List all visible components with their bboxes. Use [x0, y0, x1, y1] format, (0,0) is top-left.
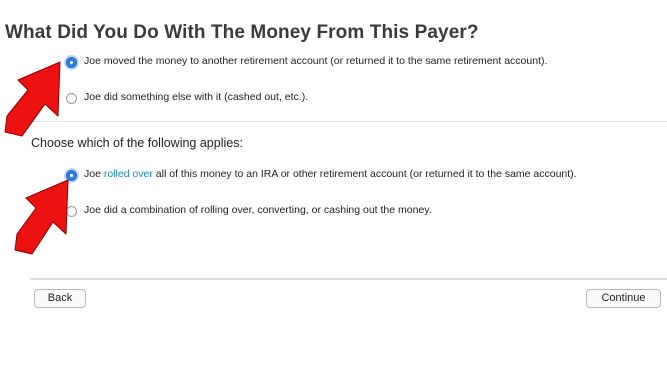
radio-button[interactable] [66, 93, 77, 104]
back-button[interactable]: Back [34, 289, 86, 308]
radio-option-combination[interactable]: Joe did a combination of rolling over, c… [66, 204, 586, 217]
red-annotation-arrow-icon [4, 61, 61, 137]
section-divider [30, 121, 667, 122]
radio-option-label: Joe did something else with it (cashed o… [84, 91, 309, 103]
label-suffix: all of this money to an IRA or other ret… [152, 168, 577, 180]
continue-button[interactable]: Continue [586, 289, 661, 308]
label-prefix: Joe [84, 168, 104, 180]
radio-option-something-else[interactable]: Joe did something else with it (cashed o… [66, 91, 586, 104]
radio-button-selected[interactable] [66, 57, 77, 68]
radio-option-label: Joe did a combination of rolling over, c… [84, 204, 432, 216]
red-annotation-arrow-icon [14, 179, 69, 255]
radio-option-rolled-over[interactable]: Joe rolled over all of this money to an … [66, 168, 586, 181]
radio-option-moved-money[interactable]: Joe moved the money to another retiremen… [66, 55, 586, 68]
footer-divider [30, 278, 667, 280]
rolled-over-link[interactable]: rolled over [104, 168, 153, 180]
page-title: What Did You Do With The Money From This… [5, 22, 479, 43]
radio-option-label: Joe moved the money to another retiremen… [84, 55, 548, 67]
radio-option-label: Joe rolled over all of this money to an … [84, 168, 577, 181]
